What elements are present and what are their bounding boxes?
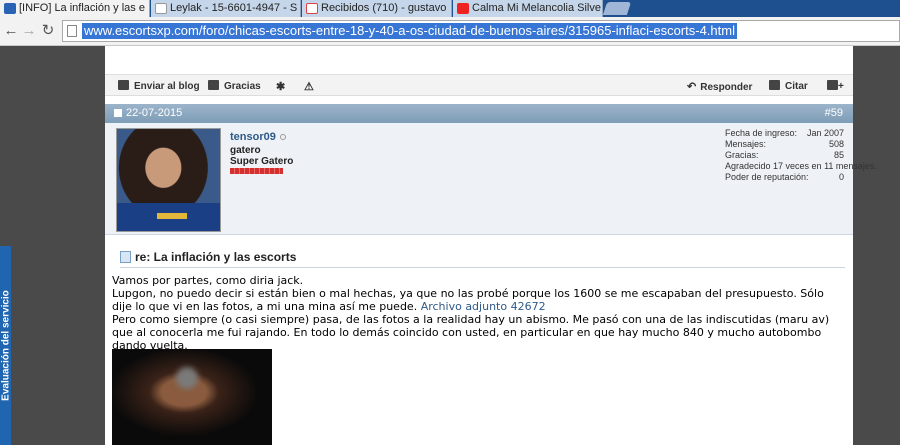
user-info-box: tensor09 gatero Super Gatero Fecha de in… (105, 123, 877, 235)
multiquote-button[interactable]: + (827, 80, 844, 92)
forum-content: Enviar al blog Gracias ✱ ⚠ ↶ Responder Ci… (105, 46, 877, 445)
reload-icon[interactable]: ↻ (39, 22, 57, 40)
post-header: 22-07-2015 #59 (105, 104, 853, 123)
stat-reputation: Poder de reputación: 0 (725, 172, 844, 182)
reputation-bar (230, 168, 283, 174)
avatar[interactable] (116, 128, 221, 232)
user-stats: Fecha de ingreso: Jan 2007 Mensajes: 508 G… (725, 128, 877, 183)
url-text[interactable]: www.escortsxp.com/foro/chicas-escorts-en… (82, 23, 737, 39)
page-favicon-icon (155, 3, 167, 14)
thanks-button[interactable]: Gracias (208, 80, 261, 92)
tab-label: Recibidos (710) - gustavo (321, 2, 447, 14)
tab-inflacion[interactable]: [INFO] La inflación y las e (0, 0, 150, 17)
feedback-label: Evaluación del servicio (0, 290, 12, 401)
star-icon[interactable]: ✱ (276, 80, 289, 93)
address-bar[interactable]: www.escortsxp.com/foro/chicas-escorts-en… (62, 20, 900, 42)
feedback-tab[interactable]: Evaluación del servicio (0, 246, 12, 445)
blog-icon (118, 80, 129, 90)
post-action-bar: Enviar al blog Gracias ✱ ⚠ ↶ Responder Ci… (105, 74, 853, 96)
tab-label: [INFO] La inflación y las e (19, 2, 145, 14)
stat-posts: Mensajes: 508 (725, 139, 844, 149)
warning-icon[interactable]: ⚠ (304, 80, 318, 93)
stat-join-date: Fecha de ingreso: Jan 2007 (725, 128, 844, 138)
attached-photo[interactable] (112, 349, 272, 445)
v-favicon-icon (4, 3, 16, 14)
user-title: gatero (230, 145, 261, 156)
offline-status-icon (279, 134, 286, 140)
post-line: Lupgon, no puedo decir si están bien o m… (112, 287, 824, 313)
send-to-blog-button[interactable]: Enviar al blog (118, 80, 200, 92)
title-divider (120, 267, 845, 268)
post-line: Pero como siempre (o casi siempre) pasa,… (112, 313, 830, 352)
thanks-icon (208, 80, 219, 90)
stat-thanks: Gracias: 85 (725, 150, 844, 160)
multiquote-icon (827, 80, 838, 90)
post-line: Vamos por partes, como diria jack. (112, 274, 304, 287)
page-icon (67, 25, 77, 37)
quote-icon (769, 80, 780, 90)
tab-gmail[interactable]: Recibidos (710) - gustavo (302, 0, 452, 17)
stat-thanked: Agradecido 17 veces en 11 mensajes. (725, 161, 877, 171)
user-rank: Super Gatero (230, 156, 294, 167)
tab-strip: [INFO] La inflación y las e Leylak - 15-… (0, 0, 900, 17)
tab-label: Leylak - 15-6601-4947 - S (170, 2, 298, 14)
reply-button[interactable]: ↶ Responder (687, 80, 752, 93)
post-date: 22-07-2015 (126, 107, 183, 119)
youtube-favicon-icon (457, 3, 469, 14)
browser-toolbar: ← → ↻ www.escortsxp.com/foro/chicas-esco… (0, 17, 900, 46)
post-title: re: La inflación y las escorts (120, 250, 296, 264)
tab-label: Calma Mi Melancolia Silve (472, 2, 601, 14)
tab-leylak[interactable]: Leylak - 15-6601-4947 - S (151, 0, 301, 17)
post-number-link[interactable]: #59 (825, 107, 843, 119)
gmail-favicon-icon (306, 3, 318, 14)
quote-button[interactable]: Citar (769, 80, 808, 92)
attachment-link[interactable]: Archivo adjunto 42672 (421, 300, 546, 313)
page-area: Evaluación del servicio Enviar al blog G… (0, 46, 900, 445)
post-date-icon (114, 109, 122, 117)
forward-arrow-icon[interactable]: → (20, 22, 38, 40)
tab-youtube[interactable]: Calma Mi Melancolia Silve (453, 0, 603, 17)
back-arrow-icon[interactable]: ← (2, 22, 20, 40)
new-tab-button[interactable] (602, 2, 632, 15)
username-link[interactable]: tensor09 (230, 131, 286, 143)
post-document-icon (120, 251, 131, 263)
